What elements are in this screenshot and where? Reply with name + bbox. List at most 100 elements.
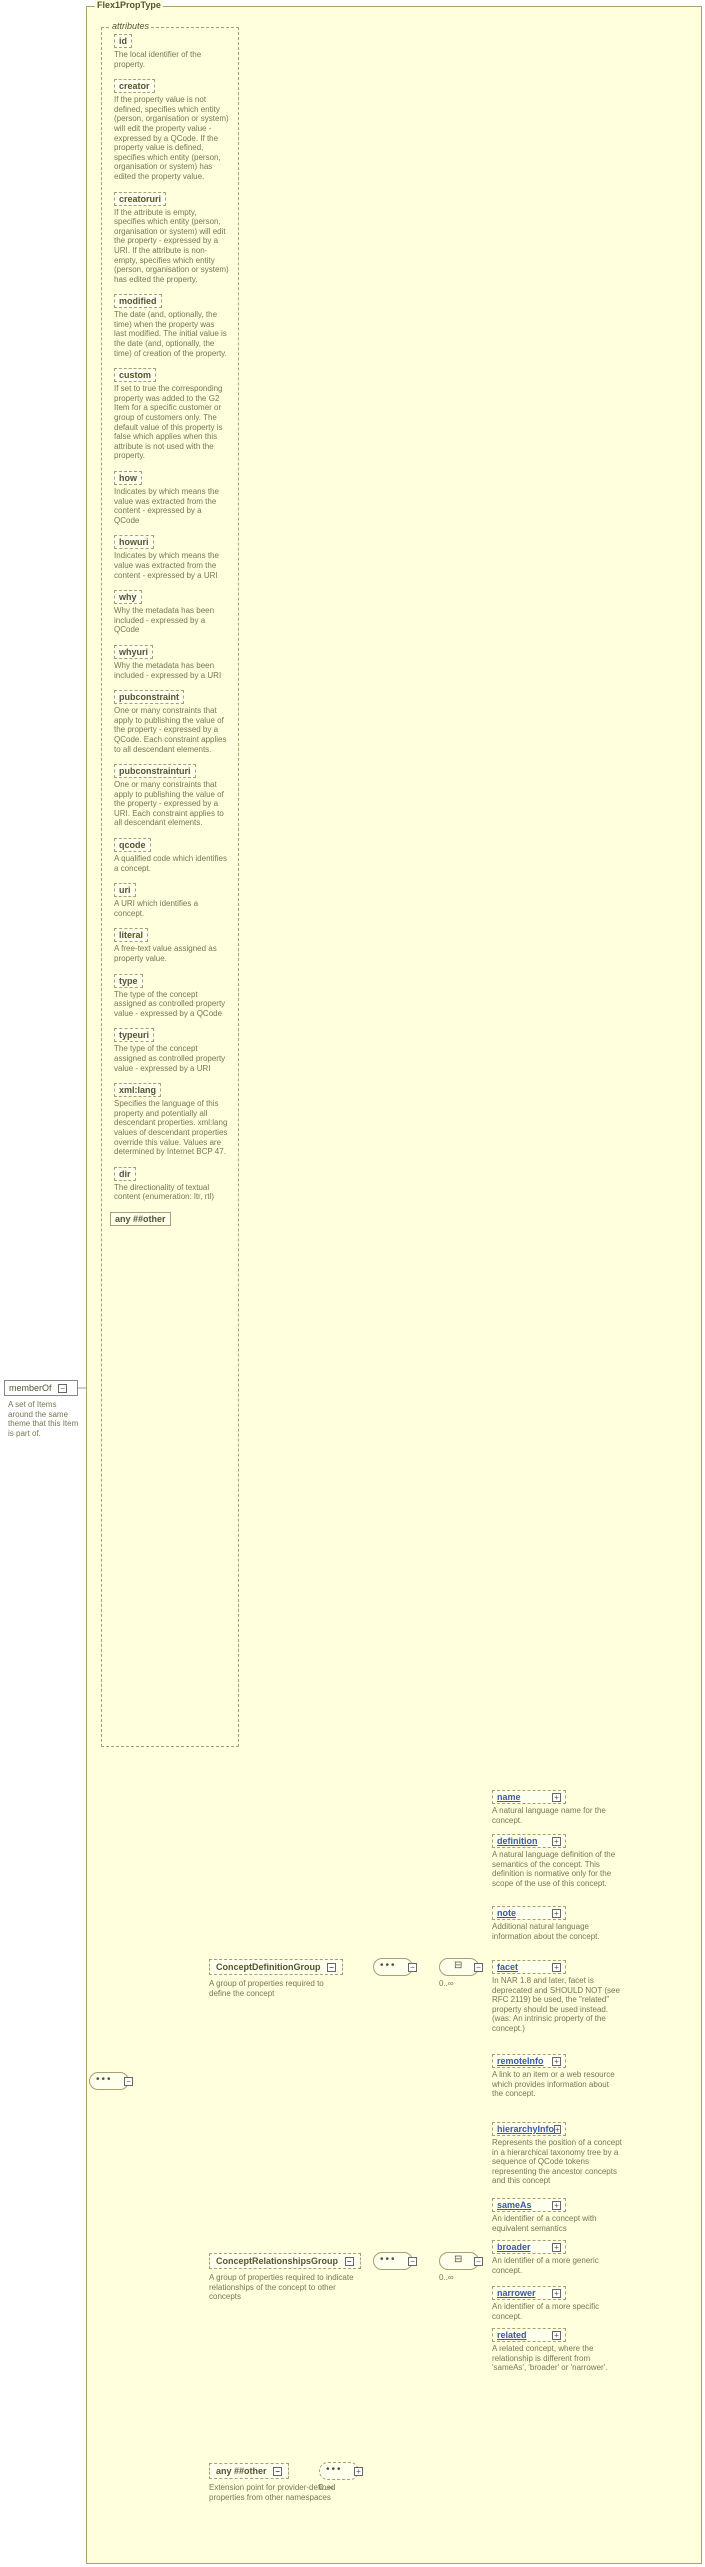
- minus-icon: −: [345, 2257, 354, 2266]
- attr-creatoruri: creatoruriIf the attribute is empty, spe…: [114, 192, 232, 285]
- group-conceptdefinition[interactable]: ConceptDefinitionGroup −: [209, 1959, 343, 1975]
- attr-desc: Specifies the language of this property …: [114, 1099, 229, 1157]
- group-def-label: ConceptDefinitionGroup: [216, 1962, 321, 1972]
- minus-icon: −: [474, 2257, 483, 2266]
- attr-label: xml:lang: [114, 1083, 161, 1097]
- attr-uri: uri A URI which identifies a concept.: [114, 883, 232, 918]
- sequence-main: −: [89, 2072, 129, 2090]
- leaf-related[interactable]: related +: [492, 2328, 566, 2342]
- attr-label: custom: [114, 368, 156, 382]
- panel-title: Flex1PropType: [95, 0, 163, 10]
- attr-modified: modified The date (and, optionally, the t…: [114, 294, 232, 358]
- plus-icon: +: [552, 2243, 561, 2252]
- attr-typeuri: typeuri The type of the concept assigned …: [114, 1028, 232, 1073]
- group-rel-label: ConceptRelationshipsGroup: [216, 2256, 338, 2266]
- attr-why: whyWhy the metadata has been included - …: [114, 590, 232, 635]
- attr-label: typeuri: [114, 1028, 154, 1042]
- attr-desc: If set to true the corresponding propert…: [114, 384, 229, 461]
- root-desc: A set of Items around the same theme tha…: [4, 1398, 84, 1440]
- ext-any-box: any ##other −: [209, 2463, 289, 2479]
- leaf-definition-label: definition: [497, 1836, 538, 1846]
- leaf-hierarchyinfo-desc: Represents the position of a concept in …: [492, 2138, 622, 2186]
- leaf-broader-desc: An identifier of a more generic concept.: [492, 2256, 622, 2275]
- attr-label: howuri: [114, 535, 154, 549]
- root-memberof[interactable]: memberOf −: [4, 1380, 78, 1396]
- attr-whyuri: whyuriWhy the metadata has been included…: [114, 645, 232, 680]
- root-label: memberOf: [9, 1383, 52, 1393]
- attr-pubconstrainturi: pubconstrainturi One or many constraints …: [114, 764, 232, 828]
- attr-label: pubconstrainturi: [114, 764, 196, 778]
- leaf-name-desc: A natural language name for the concept.: [492, 1806, 622, 1825]
- leaf-remoteinfo-label: remoteInfo: [497, 2056, 544, 2066]
- minus-icon: −: [58, 1384, 67, 1393]
- group-conceptrelationships[interactable]: ConceptRelationshipsGroup −: [209, 2253, 361, 2269]
- plus-icon: +: [552, 2331, 561, 2340]
- attributes-panel: attributes idThe local identifier of the…: [101, 27, 239, 1747]
- attr-how: how Indicates by which means the value wa…: [114, 471, 232, 525]
- attr-qcode: qcodeA qualified code which identifies a…: [114, 838, 232, 873]
- minus-icon: −: [408, 1963, 417, 1972]
- leaf-narrower-desc: An identifier of a more specific concept…: [492, 2302, 622, 2321]
- attr-desc: One or many constraints that apply to pu…: [114, 780, 229, 828]
- leaf-definition[interactable]: definition +: [492, 1834, 566, 1848]
- plus-icon: +: [552, 2289, 561, 2298]
- attr-xml-lang: xml:lang Specifies the language of this p…: [114, 1083, 232, 1157]
- plus-icon: +: [554, 2125, 561, 2134]
- attr-label: id: [114, 34, 132, 48]
- plus-icon: +: [354, 2467, 363, 2476]
- leaf-related-label: related: [497, 2330, 527, 2340]
- attr-desc: The directionality of textual content (e…: [114, 1183, 229, 1202]
- attr-desc: One or many constraints that apply to pu…: [114, 706, 229, 754]
- attr-label: type: [114, 974, 143, 988]
- attr-label: qcode: [114, 838, 151, 852]
- choice-def: −: [439, 1958, 479, 1976]
- minus-icon: −: [273, 2467, 282, 2476]
- plus-icon: +: [552, 1837, 561, 1846]
- leaf-note-label: note: [497, 1908, 516, 1918]
- attr-label: pubconstraint: [114, 690, 184, 704]
- card-def: 0..∞: [439, 1979, 454, 1988]
- leaf-broader-label: broader: [497, 2242, 531, 2252]
- attr-desc: The local identifier of the property.: [114, 50, 229, 69]
- group-def-desc: A group of properties required to define…: [209, 1979, 339, 1998]
- leaf-broader[interactable]: broader +: [492, 2240, 566, 2254]
- attr-label: literal: [114, 928, 148, 942]
- attr-label: how: [114, 471, 142, 485]
- card-ext: 0..∞: [319, 2483, 334, 2492]
- plus-icon: +: [552, 2201, 561, 2210]
- leaf-narrower[interactable]: narrower+: [492, 2286, 566, 2300]
- leaf-remoteinfo[interactable]: remoteInfo+: [492, 2054, 566, 2068]
- attr-label: uri: [114, 883, 136, 897]
- leaf-definition-desc: A natural language definition of the sem…: [492, 1850, 622, 1888]
- leaf-note-desc: Additional natural language information …: [492, 1922, 622, 1941]
- leaf-facet[interactable]: facet+: [492, 1960, 566, 1974]
- leaf-facet-label: facet: [497, 1962, 518, 1972]
- attr-desc: Indicates by which means the value was e…: [114, 487, 229, 525]
- attr-desc: Indicates by which means the value was e…: [114, 551, 229, 580]
- leaf-hierarchyinfo[interactable]: hierarchyInfo+: [492, 2122, 566, 2136]
- attr-pubconstraint: pubconstraint One or many constraints tha…: [114, 690, 232, 754]
- attr-dir: dirThe directionality of textual content…: [114, 1167, 232, 1202]
- attr-desc: The type of the concept assigned as cont…: [114, 1044, 229, 1073]
- attr-desc: The date (and, optionally, the time) whe…: [114, 310, 229, 358]
- leaf-name[interactable]: name +: [492, 1790, 566, 1804]
- attr-label: creator: [114, 79, 155, 93]
- leaf-sameas-desc: An identifier of a concept with equivale…: [492, 2214, 622, 2233]
- seq-rel: −: [373, 2252, 413, 2270]
- attr-creator: creator If the property value is not defi…: [114, 79, 232, 181]
- attr-desc: A URI which identifies a concept.: [114, 899, 229, 918]
- attr-desc: The type of the concept assigned as cont…: [114, 990, 229, 1019]
- attr-desc: Why the metadata has been included - exp…: [114, 606, 229, 635]
- card-rel: 0..∞: [439, 2273, 454, 2282]
- attr-desc: If the property value is not defined, sp…: [114, 95, 229, 181]
- leaf-note[interactable]: note+: [492, 1906, 566, 1920]
- plus-icon: +: [552, 1793, 561, 1802]
- attr-desc: A free-text value assigned as property v…: [114, 944, 229, 963]
- leaf-name-label: name: [497, 1792, 521, 1802]
- group-rel-desc: A group of properties required to indica…: [209, 2273, 359, 2302]
- attr-label: modified: [114, 294, 162, 308]
- attributes-label: attributes: [110, 21, 151, 31]
- seq-ext: +: [319, 2462, 359, 2480]
- leaf-sameas[interactable]: sameAs+: [492, 2198, 566, 2212]
- attr-any-other: any ##other: [110, 1212, 171, 1226]
